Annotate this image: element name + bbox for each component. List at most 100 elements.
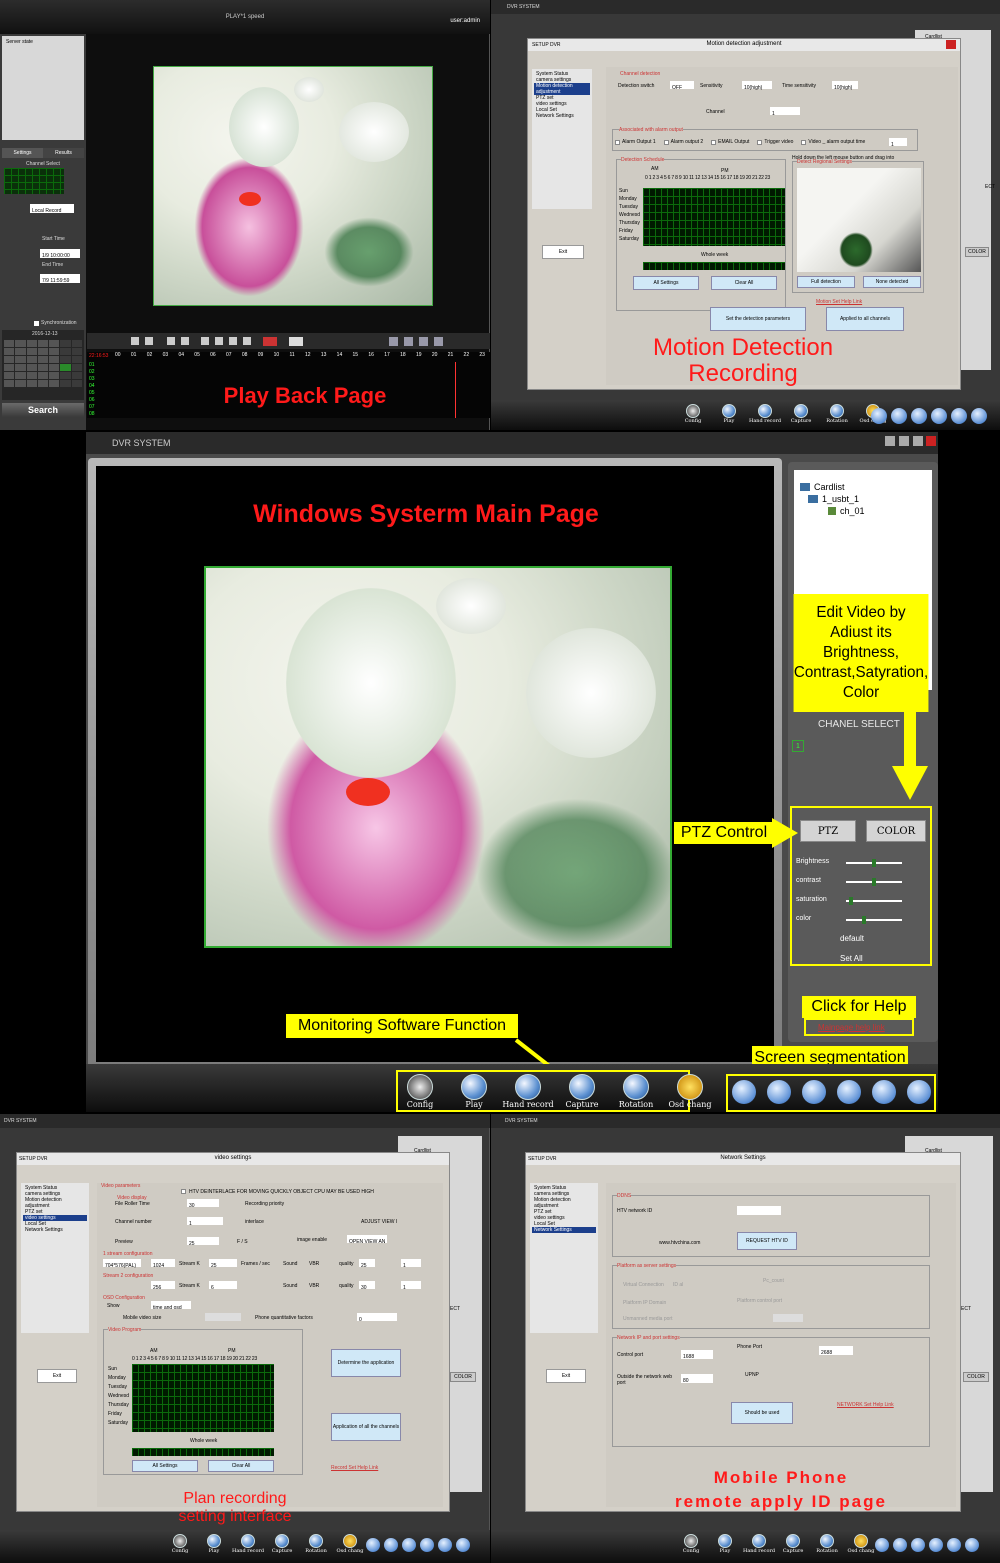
menu-item[interactable]: Network Settings bbox=[23, 1227, 87, 1233]
menu-item[interactable]: Network Settings bbox=[532, 1227, 596, 1233]
seg-6-icon[interactable] bbox=[402, 1538, 416, 1552]
preview-select[interactable]: 25 bbox=[187, 1237, 219, 1247]
play-icon[interactable] bbox=[145, 337, 153, 345]
calendar-day[interactable] bbox=[71, 348, 82, 355]
calendar-day[interactable] bbox=[71, 356, 82, 363]
menu-item[interactable]: Motion detection adjustment bbox=[534, 83, 590, 95]
stream1-k[interactable]: 1024 bbox=[151, 1259, 175, 1269]
seg-13-icon[interactable] bbox=[872, 1080, 896, 1104]
channel-select[interactable]: 1 bbox=[770, 107, 800, 117]
forward-icon[interactable] bbox=[181, 337, 189, 345]
toolbar-button-hand-record[interactable]: Hand record bbox=[502, 1074, 554, 1109]
calendar-day[interactable] bbox=[60, 348, 71, 355]
toolbar-button-config[interactable]: Config bbox=[400, 1074, 440, 1109]
layout-9-icon[interactable] bbox=[419, 336, 428, 346]
quality1-input[interactable]: 25 bbox=[359, 1259, 375, 1269]
cardlist-channel[interactable]: ch_01 bbox=[828, 506, 865, 516]
toolbar-button-play[interactable]: Play bbox=[454, 1074, 494, 1109]
show-select[interactable]: time and osd bbox=[151, 1301, 191, 1311]
alarm-output-item[interactable]: EMAIL Output bbox=[711, 139, 749, 145]
seg-9-icon[interactable] bbox=[929, 1538, 943, 1552]
cardlist-root[interactable]: Cardlist bbox=[800, 482, 845, 492]
calendar-day[interactable] bbox=[60, 356, 71, 363]
toolbar-button-capture[interactable]: Capture bbox=[787, 404, 815, 424]
layout-4-icon[interactable] bbox=[404, 336, 413, 346]
outside-web-input[interactable]: 80 bbox=[681, 1374, 713, 1384]
video-color-button[interactable]: COLOR bbox=[450, 1372, 476, 1382]
toolbar-button-play[interactable]: Play bbox=[715, 404, 743, 424]
calendar-day[interactable] bbox=[15, 372, 26, 379]
tab-settings[interactable]: Settings bbox=[2, 148, 43, 158]
calendar-day[interactable] bbox=[37, 380, 49, 387]
layout-16-icon[interactable] bbox=[434, 336, 443, 346]
calendar-grid[interactable] bbox=[4, 340, 82, 398]
stop-icon[interactable] bbox=[201, 337, 209, 345]
seg-4-icon[interactable] bbox=[891, 408, 907, 424]
search-button[interactable]: Search bbox=[2, 403, 84, 417]
calendar-day[interactable] bbox=[4, 364, 15, 371]
calendar-day[interactable] bbox=[60, 364, 71, 371]
seg-9-icon[interactable] bbox=[420, 1538, 434, 1552]
q1-select[interactable]: 1 bbox=[401, 1259, 421, 1269]
toolbar-button-osd-change[interactable]: Osd chang bbox=[669, 1074, 712, 1109]
toolbar-button-hand-record[interactable]: Hand record bbox=[232, 1534, 264, 1554]
menu-item[interactable]: Motion detection adjustment bbox=[23, 1197, 87, 1209]
stream2-fps[interactable]: 6 bbox=[209, 1281, 237, 1291]
toolbar-button-capture[interactable]: Capture bbox=[562, 1074, 602, 1109]
calendar-day[interactable] bbox=[60, 380, 71, 387]
tab-results[interactable]: Results bbox=[43, 148, 84, 158]
calendar-day[interactable] bbox=[4, 340, 15, 347]
toolbar-button-config[interactable]: Config bbox=[677, 1534, 705, 1554]
quality2-input[interactable]: 30 bbox=[359, 1281, 375, 1291]
seg-4-icon[interactable] bbox=[767, 1080, 791, 1104]
calendar-day[interactable] bbox=[71, 372, 82, 379]
calendar-day[interactable] bbox=[15, 364, 26, 371]
calendar-day[interactable] bbox=[37, 340, 49, 347]
applied-all-button[interactable]: Applied to all channels bbox=[826, 307, 904, 331]
seg-6-icon[interactable] bbox=[802, 1080, 826, 1104]
seg-13-icon[interactable] bbox=[951, 408, 967, 424]
menu-item[interactable]: Network Settings bbox=[534, 113, 590, 119]
toolbar-button-config[interactable]: Config bbox=[166, 1534, 194, 1554]
alarm-checkbox[interactable] bbox=[615, 139, 620, 145]
seg-9-icon[interactable] bbox=[837, 1080, 861, 1104]
determine-button[interactable]: Determine the application bbox=[331, 1349, 401, 1377]
calendar-day[interactable] bbox=[26, 356, 37, 363]
start-time-input[interactable]: 1/9 10:00:00 bbox=[40, 249, 80, 259]
alarm-output-item[interactable]: Video _ alarm output time bbox=[801, 139, 865, 145]
calendar-day[interactable] bbox=[37, 372, 49, 379]
clear-all-button[interactable]: Clear All bbox=[711, 276, 777, 290]
record-type-select[interactable]: Local Record bbox=[30, 204, 74, 214]
stream2-k[interactable]: 256 bbox=[151, 1281, 175, 1291]
calendar-day[interactable] bbox=[49, 356, 60, 363]
export-icon[interactable] bbox=[289, 336, 303, 346]
mobile-size-select[interactable] bbox=[205, 1313, 241, 1321]
should-used-button[interactable]: Should be used bbox=[731, 1402, 793, 1424]
toolbar-button-rotation[interactable]: Rotation bbox=[823, 404, 851, 424]
calendar-day[interactable] bbox=[71, 380, 82, 387]
network-exit-button[interactable]: Exit bbox=[546, 1369, 586, 1383]
request-htv-button[interactable]: REQUEST HTV ID bbox=[737, 1232, 797, 1250]
whole-week-grid[interactable] bbox=[643, 262, 785, 270]
main-user-icon[interactable] bbox=[885, 436, 895, 446]
chanel-1-button[interactable]: 1 bbox=[792, 740, 804, 752]
control-port-input[interactable]: 1688 bbox=[681, 1350, 713, 1360]
calendar-day[interactable] bbox=[49, 380, 60, 387]
motion-help-link[interactable]: Motion Set Help Link bbox=[816, 299, 862, 305]
calendar-day[interactable] bbox=[4, 348, 15, 355]
network-help-link[interactable]: NETWORK Set Help Link bbox=[837, 1402, 894, 1408]
phone-port-input[interactable]: 2688 bbox=[819, 1346, 853, 1356]
seg-9-icon[interactable] bbox=[931, 408, 947, 424]
seg-6-icon[interactable] bbox=[911, 408, 927, 424]
full-detection-button[interactable]: Full detection bbox=[797, 276, 855, 288]
help-link-box[interactable]: Mainpage help link bbox=[804, 1018, 914, 1036]
sync-row[interactable]: Synchronization bbox=[34, 320, 77, 326]
image-enable-select[interactable]: OPEN VIEW AN bbox=[347, 1235, 387, 1245]
alarm-checkbox[interactable] bbox=[757, 139, 763, 145]
calendar-day[interactable] bbox=[49, 364, 60, 371]
main-maximize-icon[interactable] bbox=[913, 436, 923, 446]
all-settings-button[interactable]: All Settings bbox=[633, 276, 699, 290]
set-params-button[interactable]: Set the detection parameters bbox=[710, 307, 806, 331]
unmanned-select[interactable] bbox=[773, 1314, 803, 1322]
calendar-day[interactable] bbox=[26, 348, 37, 355]
